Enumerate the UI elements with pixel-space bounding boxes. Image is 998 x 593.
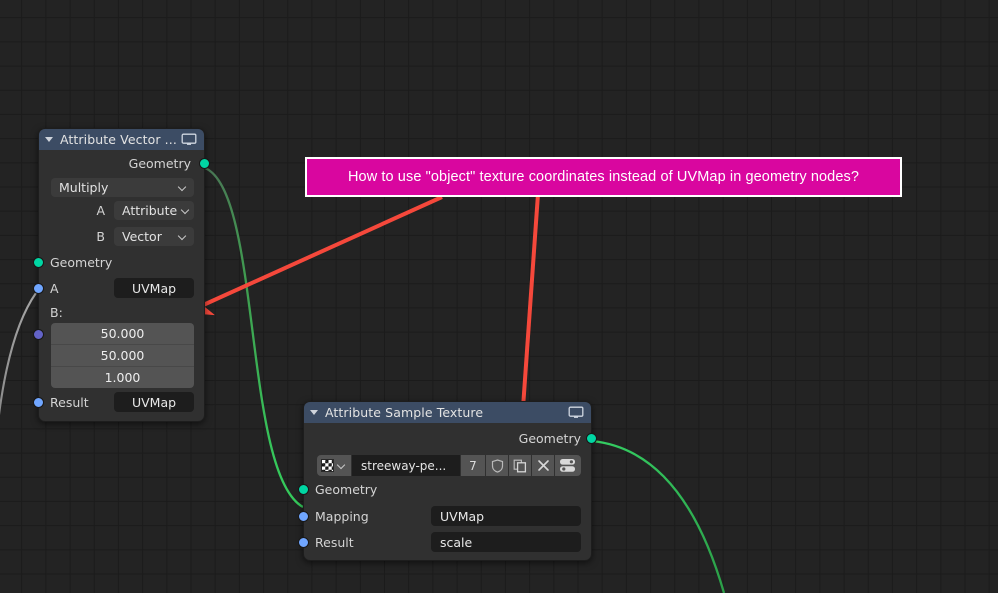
operation-dropdown-label: Multiply: [59, 180, 109, 195]
input-type-dropdown-a[interactable]: Attribute: [114, 200, 194, 220]
vector-value-z[interactable]: 1.000: [51, 367, 194, 388]
node-body: Geometry Multiply A Attribute B Vector G…: [33, 150, 210, 421]
input-row-mapping: Mapping UVMap: [298, 503, 591, 529]
checker-texture-icon: [321, 459, 334, 472]
input-type-label-a: A: [96, 202, 105, 218]
node-title: Attribute Vector ...: [60, 132, 177, 147]
close-x-icon[interactable]: [532, 455, 554, 476]
input-type-row-b: B Vector: [39, 223, 204, 249]
input-label-geometry: Geometry: [315, 482, 378, 497]
output-label-geometry: Geometry: [518, 430, 581, 446]
socket-output-geometry[interactable]: [199, 158, 210, 169]
operation-dropdown[interactable]: Multiply: [51, 178, 194, 197]
triangle-down-icon[interactable]: [310, 410, 318, 415]
texture-datablock-row: streeway-pe... 7: [317, 455, 581, 476]
input-row-b: B:: [33, 301, 204, 340]
triangle-down-icon[interactable]: [45, 137, 53, 142]
input-label-result: Result: [50, 394, 89, 410]
annotation-arrow-1: [185, 195, 443, 316]
result-field[interactable]: UVMap: [114, 392, 194, 412]
socket-input-result[interactable]: [298, 537, 309, 548]
chevron-down-icon: [179, 232, 188, 241]
texture-browse-button[interactable]: [317, 455, 351, 476]
input-row-geometry: Geometry: [33, 249, 204, 275]
node-header[interactable]: Attribute Sample Texture: [304, 402, 591, 423]
result-value: UVMap: [131, 394, 177, 410]
socket-input-geometry[interactable]: [33, 257, 44, 268]
result-field[interactable]: scale: [431, 532, 581, 552]
output-label-geometry: Geometry: [128, 155, 191, 171]
socket-input-a[interactable]: [33, 283, 44, 294]
node-body: Geometry streeway-pe... 7 Geometry Mappi…: [298, 423, 597, 560]
input-row-result: Result scale: [298, 529, 591, 555]
result-value: scale: [440, 534, 473, 550]
node-title: Attribute Sample Texture: [325, 405, 484, 420]
node-header[interactable]: Attribute Vector ...: [39, 129, 204, 150]
node-attribute-sample-texture[interactable]: Attribute Sample Texture Geometry streew…: [298, 401, 597, 561]
input-label-geometry: Geometry: [50, 254, 113, 270]
input-type-dropdown-a-label: Attribute: [122, 202, 178, 218]
annotation-question-box: How to use "object" texture coordinates …: [305, 157, 902, 197]
socket-input-mapping[interactable]: [298, 511, 309, 522]
input-label-a: A: [50, 280, 59, 296]
wire-geometry-out-to-sample-in: [204, 166, 304, 509]
input-row-result: Result UVMap: [33, 388, 204, 416]
input-type-dropdown-b-label: Vector: [122, 228, 162, 244]
input-type-label-b: B: [96, 228, 105, 244]
input-label-mapping: Mapping: [315, 508, 369, 524]
output-row-geometry: Geometry: [304, 423, 597, 453]
texture-properties-icon[interactable]: [555, 455, 581, 476]
input-type-dropdown-b[interactable]: Vector: [114, 226, 194, 246]
texture-users-count[interactable]: 7: [461, 455, 485, 476]
vector-value-x[interactable]: 50.000: [51, 323, 194, 345]
input-label-result: Result: [315, 534, 354, 550]
texture-name-value: streeway-pe...: [361, 458, 447, 473]
vector-value-stack: 50.000 50.000 1.000: [51, 323, 194, 388]
socket-output-geometry[interactable]: [586, 433, 597, 444]
input-row-a: A UVMap: [33, 275, 204, 301]
attribute-a-value: UVMap: [131, 280, 177, 296]
node-editor-canvas[interactable]: Attribute Vector ... Geometry Multiply A…: [0, 0, 998, 593]
socket-input-b[interactable]: [33, 329, 44, 340]
input-row-geometry: Geometry: [298, 476, 591, 503]
input-type-row-a: A Attribute: [39, 197, 204, 223]
socket-input-result[interactable]: [33, 397, 44, 408]
chevron-down-icon: [182, 206, 191, 215]
chevron-down-icon: [338, 461, 347, 470]
new-copy-icon[interactable]: [509, 455, 531, 476]
texture-name-field[interactable]: streeway-pe...: [352, 455, 460, 476]
attribute-a-field[interactable]: UVMap: [114, 278, 194, 298]
mapping-value: UVMap: [440, 508, 485, 524]
monitor-icon[interactable]: [181, 133, 197, 146]
input-label-b: B:: [50, 304, 63, 320]
wire-incoming-geometry: [0, 292, 37, 416]
chevron-down-icon: [179, 183, 188, 192]
fake-user-shield-icon[interactable]: [486, 455, 508, 476]
socket-input-geometry[interactable]: [298, 484, 309, 495]
output-row-geometry: Geometry: [39, 150, 210, 176]
mapping-field[interactable]: UVMap: [431, 506, 581, 526]
node-attribute-vector-math[interactable]: Attribute Vector ... Geometry Multiply A…: [33, 128, 210, 422]
texture-users-count-value: 7: [469, 458, 477, 473]
annotation-question-text: How to use "object" texture coordinates …: [347, 169, 860, 185]
monitor-icon[interactable]: [568, 406, 584, 419]
vector-value-y[interactable]: 50.000: [51, 345, 194, 367]
wire-sample-geometry-out: [591, 439, 726, 593]
